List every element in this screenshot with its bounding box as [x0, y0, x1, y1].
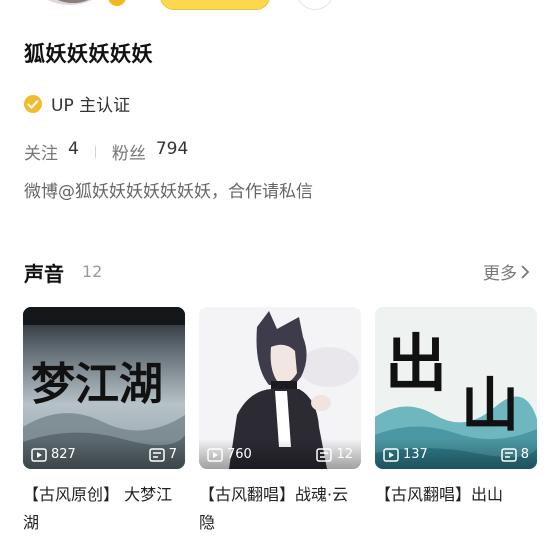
more-link[interactable]: 更多: [483, 259, 530, 284]
playlist-icon: [148, 447, 165, 462]
profile-name: 狐妖妖妖妖妖: [24, 42, 153, 66]
verification-label: UP 主认证: [51, 96, 131, 116]
card-title: 【古风翻唱】出山: [375, 485, 504, 504]
avatar[interactable]: [30, 0, 110, 8]
play-count-value: 137: [403, 447, 428, 462]
play-count-value: 827: [51, 447, 76, 462]
profile-bio: 微博@狐妖妖妖妖妖妖妖，合作请私信: [24, 182, 313, 202]
chevron-right-icon: [521, 264, 530, 279]
message-button[interactable]: [296, 0, 334, 10]
verified-check-icon: [24, 94, 42, 113]
divider: [94, 145, 96, 158]
more-label: 更多: [483, 264, 517, 284]
audio-card[interactable]: 760 12 【古风翻唱】战魂·云隐: [199, 307, 361, 537]
cover-text: 梦江湖: [31, 359, 163, 410]
parts-count: 7: [148, 447, 177, 462]
section-count: 12: [82, 262, 103, 281]
card-title: 【古风翻唱】战魂·云隐: [199, 485, 349, 532]
audio-card[interactable]: 梦江湖 827 7 【古风原创】 大梦江湖: [23, 307, 185, 537]
audio-card[interactable]: 出 山 137 8 【古风翻唱】出山: [375, 307, 537, 509]
card-title: 【古风原创】 大梦江湖: [23, 485, 173, 532]
audio-cover: 760 12: [199, 307, 361, 469]
play-count: 760: [207, 447, 252, 462]
play-count-value: 760: [227, 447, 252, 462]
fans-label: 粉丝: [111, 144, 146, 164]
cover-text: 山: [461, 371, 519, 439]
following-count: 4: [68, 139, 79, 159]
play-count: 827: [31, 447, 76, 462]
following-label: 关注: [24, 144, 58, 164]
play-count: 137: [383, 447, 428, 462]
playlist-icon: [316, 447, 333, 462]
play-icon: [31, 447, 47, 462]
playlist-icon: [500, 447, 517, 462]
audio-cover: 出 山 137 8: [375, 307, 537, 469]
parts-count-value: 12: [336, 447, 353, 462]
parts-count-value: 8: [520, 447, 529, 462]
parts-count: 12: [316, 447, 353, 462]
parts-count-value: 7: [168, 447, 177, 462]
avatar-verified-badge: [106, 0, 128, 8]
fans-count: 794: [155, 139, 189, 159]
cover-text: 出: [385, 327, 447, 400]
fans-stat[interactable]: 粉丝 794: [112, 139, 188, 164]
audio-cover: 梦江湖 827 7: [23, 307, 185, 469]
following-stat[interactable]: 关注 4: [24, 139, 79, 164]
section-title: 声音: [24, 262, 64, 286]
parts-count: 8: [500, 447, 529, 462]
follow-button[interactable]: [160, 0, 270, 10]
play-icon: [207, 447, 223, 462]
play-icon: [383, 447, 399, 462]
verification-row: UP 主认证: [24, 91, 130, 116]
stats-row: 关注 4 粉丝 794: [24, 139, 188, 164]
